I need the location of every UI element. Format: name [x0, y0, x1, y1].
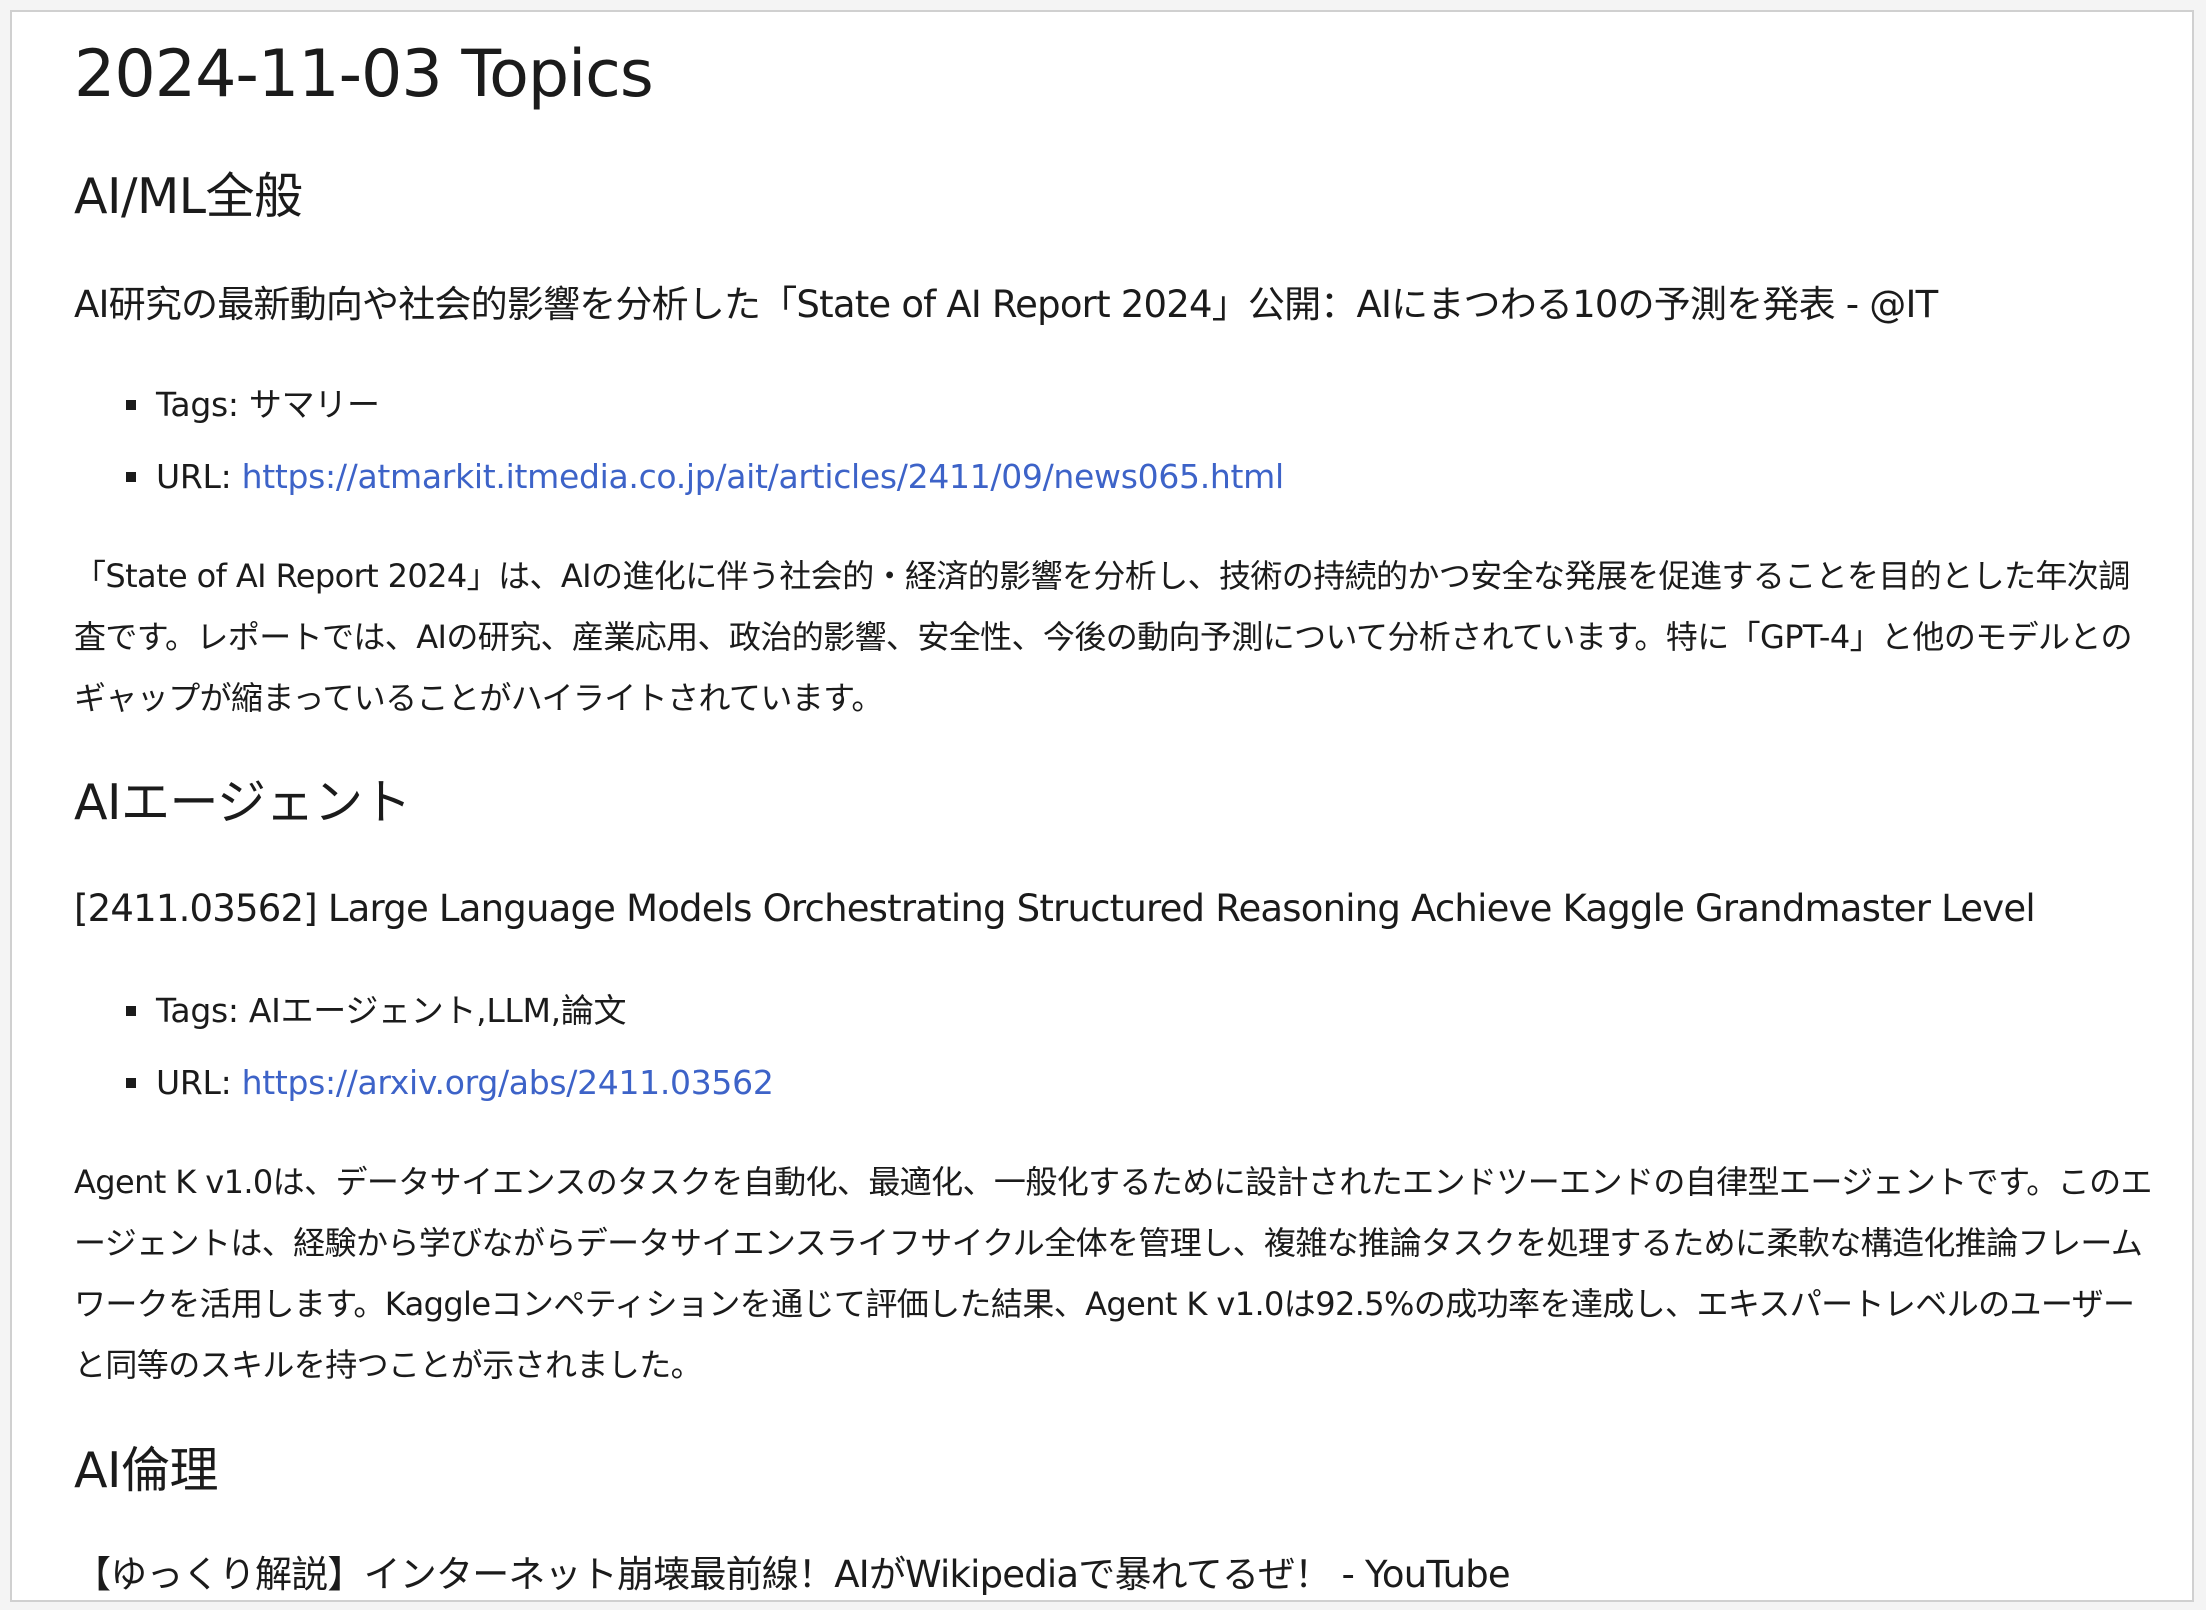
article-title: [2411.03562] Large Language Models Orche…	[74, 887, 2036, 930]
square-bullet-icon	[126, 1078, 136, 1088]
document-page: 2024-11-03 Topics AI/ML全般 AI研究の最新動向や社会的影…	[10, 10, 2194, 1602]
tags-value: サマリー	[248, 385, 380, 424]
list-item-url: URL: https://atmarkit.itmedia.co.jp/ait/…	[74, 458, 1284, 496]
tags-value: AIエージェント,LLM,論文	[248, 991, 627, 1030]
article-url-link[interactable]: https://arxiv.org/abs/2411.03562	[242, 1063, 774, 1102]
page-title: 2024-11-03 Topics	[74, 37, 654, 112]
article-meta-list: Tags: サマリー URL: https://atmarkit.itmedia…	[74, 386, 1284, 530]
url-label: URL:	[156, 457, 232, 496]
article-summary: 「State of AI Report 2024」は、AIの進化に伴う社会的・経…	[74, 557, 2133, 717]
section-heading-ai-ml: AI/ML全般	[74, 168, 303, 225]
url-label: URL:	[156, 1063, 232, 1102]
list-item-tags: Tags: サマリー	[74, 386, 1284, 424]
article-meta-list: Tags: AIエージェント,LLM,論文 URL: https://arxiv…	[74, 992, 774, 1136]
tags-label: Tags:	[156, 991, 239, 1030]
article-title: 【ゆっくり解説】インターネット崩壊最前線！AIがWikipediaで暴れてるぜ！…	[74, 1553, 1511, 1596]
square-bullet-icon	[126, 400, 136, 410]
list-item-tags: Tags: AIエージェント,LLM,論文	[74, 992, 774, 1030]
section-heading-ai-ethics: AI倫理	[74, 1442, 218, 1499]
square-bullet-icon	[126, 472, 136, 482]
square-bullet-icon	[126, 1006, 136, 1016]
tags-label: Tags:	[156, 385, 239, 424]
section-heading-ai-agent: AIエージェント	[74, 774, 412, 831]
article-title: AI研究の最新動向や社会的影響を分析した「State of AI Report …	[74, 283, 1938, 326]
article-summary: Agent K v1.0は、データサイエンスのタスクを自動化、最適化、一般化する…	[74, 1163, 2152, 1384]
article-url-link[interactable]: https://atmarkit.itmedia.co.jp/ait/artic…	[242, 457, 1285, 496]
list-item-url: URL: https://arxiv.org/abs/2411.03562	[74, 1064, 774, 1102]
